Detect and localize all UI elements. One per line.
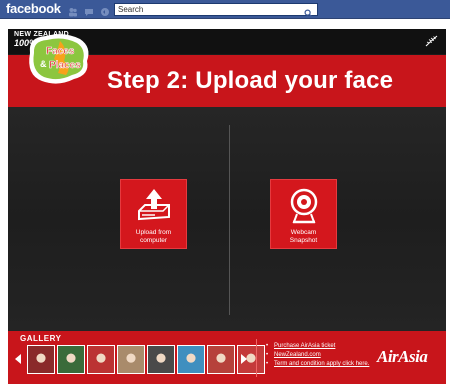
gallery-thumbnail[interactable] (177, 345, 205, 374)
notifications-icon[interactable] (100, 4, 110, 16)
footer-link-item: Term and condition apply click here. (266, 360, 369, 369)
newzealand-link[interactable]: NewZealand.com (274, 352, 321, 358)
stage-divider (229, 125, 230, 315)
svg-text:Faces: Faces (46, 46, 75, 57)
upload-icon (137, 189, 170, 221)
gallery-thumbnail[interactable] (147, 345, 175, 374)
gallery-thumbnail[interactable] (57, 345, 85, 374)
search-icon[interactable] (304, 5, 313, 23)
gallery-next-arrow-icon[interactable] (241, 354, 247, 364)
facebook-logo[interactable]: facebook (6, 1, 61, 16)
gallery-footer: GALLERY Purchase AirAsia ticket NewZeala… (8, 331, 446, 384)
upload-stage: Upload from computer Webcam Snapshot (8, 107, 446, 331)
airasia-logo: AirAsia (377, 347, 428, 366)
upload-from-computer-button[interactable]: Upload from computer (120, 179, 187, 249)
facebook-header: facebook Search (0, 0, 450, 19)
footer-link-item: Purchase AirAsia ticket (266, 342, 369, 351)
upload-from-computer-label: Upload from computer (135, 229, 172, 244)
gallery-prev-arrow-icon[interactable] (15, 354, 21, 364)
app-frame: NEW ZEALAND 100% PURE you Step 2: Upload… (8, 29, 446, 384)
gallery-thumbnail[interactable] (117, 345, 145, 374)
purchase-ticket-link[interactable]: Purchase AirAsia ticket (274, 343, 335, 349)
search-input[interactable]: Search (114, 3, 318, 16)
webcam-icon (290, 188, 317, 224)
gallery-thumbnails (27, 345, 265, 374)
messages-icon[interactable] (84, 4, 94, 16)
terms-link[interactable]: Term and condition apply click here. (274, 361, 369, 367)
webcam-snapshot-label: Webcam Snapshot (289, 229, 318, 244)
webcam-snapshot-button[interactable]: Webcam Snapshot (270, 179, 337, 249)
gallery-title: GALLERY (20, 334, 62, 343)
gallery-thumbnail[interactable] (27, 345, 55, 374)
gallery-thumbnail[interactable] (87, 345, 115, 374)
footer-links: Purchase AirAsia ticket NewZealand.com T… (266, 342, 369, 369)
fern-icon (424, 34, 438, 48)
faces-places-logo: Faces & Places (24, 34, 94, 119)
footer-link-item: NewZealand.com (266, 351, 369, 360)
svg-text:&: & (40, 59, 47, 69)
footer-divider (256, 339, 257, 377)
notification-icons (68, 4, 110, 17)
gallery-thumbnail[interactable] (207, 345, 235, 374)
svg-text:Places: Places (49, 60, 81, 71)
friend-requests-icon[interactable] (68, 4, 78, 17)
step-title: Step 2: Upload your face (107, 67, 394, 94)
